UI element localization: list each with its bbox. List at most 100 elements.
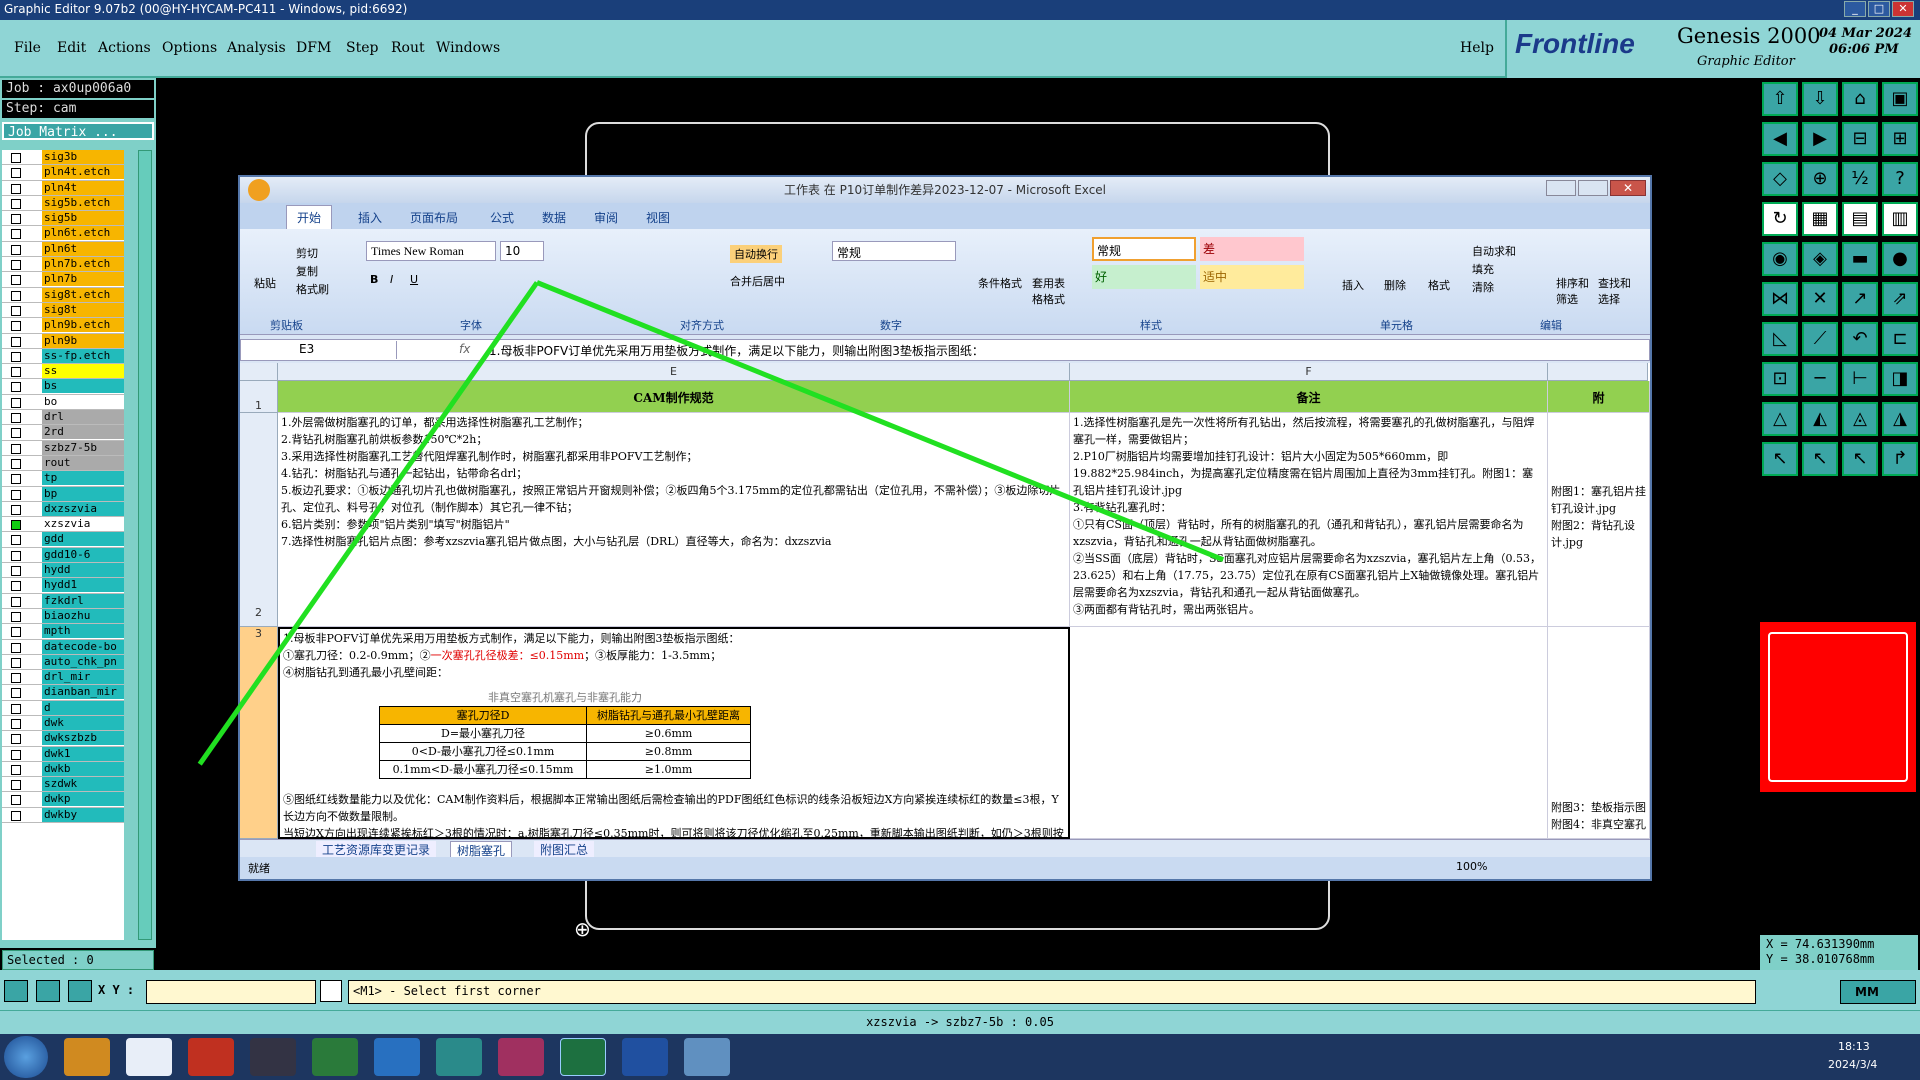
tool-icon[interactable]: ↖ bbox=[1762, 442, 1798, 476]
sort-filter-button[interactable]: 排序和筛选 bbox=[1556, 275, 1596, 307]
cut-button[interactable]: 剪切 bbox=[296, 245, 318, 261]
layer-checkbox[interactable] bbox=[11, 535, 21, 546]
tool-icon[interactable]: ½ bbox=[1842, 162, 1878, 196]
merge-center-button[interactable]: 合并后居中 bbox=[730, 273, 785, 289]
layer-checkbox[interactable] bbox=[11, 428, 21, 439]
layer-row[interactable]: rout bbox=[2, 455, 124, 472]
cell-g2[interactable]: 附图1：塞孔铝片挂钉孔设计.jpg 附图2：背钻孔设计.jpg bbox=[1548, 413, 1650, 627]
layer-row[interactable]: datecode-bo bbox=[2, 639, 124, 655]
layer-row[interactable]: drl bbox=[2, 410, 124, 426]
excel-close-button[interactable]: ✕ bbox=[1610, 180, 1646, 196]
layer-checkbox[interactable] bbox=[11, 305, 21, 316]
cell-g3[interactable]: 附图3：垫板指示图 附图4：非真空塞孔 bbox=[1548, 627, 1650, 839]
layer-name[interactable]: pln6t bbox=[42, 241, 124, 256]
layer-checkbox[interactable] bbox=[11, 321, 21, 332]
cell-e2[interactable]: 1.外层需做树脂塞孔的订单，都采用选择性树脂塞孔工艺制作； 2.背钻孔树脂塞孔前… bbox=[278, 413, 1070, 627]
format-as-table-button[interactable]: 套用表格格式 bbox=[1032, 275, 1072, 307]
tab-insert[interactable]: 插入 bbox=[358, 209, 382, 226]
clock-date[interactable]: 2024/3/4 bbox=[1828, 1058, 1877, 1071]
tool-icon[interactable]: ▥ bbox=[1882, 202, 1918, 236]
tool-icon[interactable]: ◭ bbox=[1802, 402, 1838, 436]
layer-name[interactable]: dianban_mir bbox=[42, 685, 124, 700]
layer-row[interactable]: tp bbox=[2, 471, 124, 487]
layer-name[interactable]: hydd bbox=[42, 563, 124, 578]
layer-checkbox[interactable] bbox=[11, 566, 21, 577]
sheet-tab-attachments[interactable]: 附图汇总 bbox=[534, 841, 595, 858]
menu-analysis[interactable]: Analysis bbox=[227, 40, 286, 56]
layer-checkbox[interactable] bbox=[11, 336, 21, 347]
taskbar-app-icon[interactable] bbox=[188, 1038, 234, 1076]
clock-time[interactable]: 18:13 bbox=[1838, 1040, 1870, 1053]
tool-icon[interactable]: ⇗ bbox=[1882, 282, 1918, 316]
format-painter-button[interactable]: 格式刷 bbox=[296, 281, 329, 297]
tool-icon[interactable]: ◀ bbox=[1762, 122, 1798, 156]
layer-row[interactable]: fzkdrl bbox=[2, 593, 124, 609]
tool-icon[interactable]: ◇ bbox=[1762, 162, 1798, 196]
layer-name[interactable]: sig3b bbox=[42, 150, 124, 164]
layer-name[interactable]: pln9b.etch bbox=[42, 318, 124, 333]
layer-row[interactable]: mpth bbox=[2, 624, 124, 640]
layer-checkbox[interactable] bbox=[11, 367, 21, 378]
tool-icon[interactable]: ↖ bbox=[1802, 442, 1838, 476]
layer-name[interactable]: dwkby bbox=[42, 807, 124, 822]
taskbar-excel-icon[interactable] bbox=[560, 1038, 606, 1076]
tab-page-layout[interactable]: 页面布局 bbox=[410, 209, 458, 226]
column-header-e[interactable]: E bbox=[278, 363, 1070, 381]
layer-name[interactable]: szbz7-5b bbox=[42, 440, 124, 455]
column-header-g[interactable] bbox=[1548, 363, 1648, 381]
layer-checkbox[interactable] bbox=[11, 214, 21, 225]
layer-name[interactable]: pln4t.etch bbox=[42, 165, 124, 180]
layer-checkbox[interactable] bbox=[11, 458, 21, 469]
layer-name[interactable]: gdd10-6 bbox=[42, 547, 124, 562]
italic-button[interactable]: I bbox=[390, 273, 393, 286]
layer-row[interactable]: sig8t bbox=[2, 302, 124, 319]
layer-name[interactable]: pln9b bbox=[42, 333, 124, 348]
layer-row[interactable]: sig3b bbox=[2, 150, 124, 166]
measure-icon[interactable] bbox=[36, 980, 60, 1002]
layer-row[interactable]: szbz7-5b bbox=[2, 440, 124, 456]
tool-icon[interactable]: ▬ bbox=[1842, 242, 1878, 276]
cell-f2[interactable]: 1.选择性树脂塞孔是先一次性将所有孔钻出，然后按流程，将需要塞孔的孔做树脂塞孔，… bbox=[1070, 413, 1548, 627]
layer-row[interactable]: xzszvia bbox=[2, 517, 124, 533]
tool-icon[interactable]: ✕ bbox=[1802, 282, 1838, 316]
layer-checkbox[interactable] bbox=[11, 734, 21, 745]
conditional-format-button[interactable]: 条件格式 bbox=[978, 275, 1022, 291]
tool-icon[interactable]: ↶ bbox=[1842, 322, 1878, 356]
layer-name[interactable]: gdd bbox=[42, 532, 124, 547]
layer-checkbox[interactable] bbox=[11, 290, 21, 301]
layer-checkbox[interactable] bbox=[11, 489, 21, 500]
layer-row[interactable]: d bbox=[2, 700, 124, 716]
tool-icon[interactable]: △ bbox=[1762, 402, 1798, 436]
corner-cell[interactable] bbox=[240, 363, 278, 381]
zoom-level[interactable]: 100% bbox=[1456, 860, 1487, 873]
layer-name[interactable]: biaozhu bbox=[42, 608, 124, 623]
layer-name[interactable]: fzkdrl bbox=[42, 593, 124, 608]
layer-name[interactable]: bp bbox=[42, 486, 124, 501]
taskbar-app-icon[interactable] bbox=[374, 1038, 420, 1076]
layer-name[interactable]: d bbox=[42, 700, 124, 715]
layer-checkbox[interactable] bbox=[11, 627, 21, 638]
header-cell-attach[interactable]: 附 bbox=[1548, 381, 1650, 413]
layer-name[interactable]: datecode-bo bbox=[42, 639, 124, 654]
format-cells-button[interactable]: 格式 bbox=[1428, 277, 1450, 293]
cell-e3[interactable]: 1.母板非POFV订单优先采用万用垫板方式制作，满足以下能力，则输出附图3垫板指… bbox=[278, 627, 1070, 839]
close-button[interactable]: ✕ bbox=[1892, 1, 1914, 17]
menu-rout[interactable]: Rout bbox=[391, 40, 425, 56]
layer-checkbox[interactable] bbox=[11, 642, 21, 653]
layer-row[interactable]: szdwk bbox=[2, 777, 124, 793]
layer-checkbox[interactable] bbox=[11, 198, 21, 209]
layer-row[interactable]: gdd bbox=[2, 532, 124, 548]
tool-icon[interactable]: ▶ bbox=[1802, 122, 1838, 156]
tab-review[interactable]: 审阅 bbox=[594, 209, 618, 226]
layer-row[interactable]: pln9b.etch bbox=[2, 318, 124, 334]
layer-name[interactable]: tp bbox=[42, 471, 124, 486]
layer-name[interactable]: dwk bbox=[42, 715, 124, 730]
layer-row[interactable]: bo bbox=[2, 394, 124, 411]
layer-row[interactable]: drl_mir bbox=[2, 670, 124, 686]
layer-checkbox[interactable] bbox=[11, 718, 21, 729]
layer-name[interactable]: dxzszvia bbox=[42, 501, 124, 516]
taskbar-genesis-icon[interactable] bbox=[498, 1038, 544, 1076]
tool-icon[interactable]: ⟋ bbox=[1802, 322, 1838, 356]
tab-home[interactable]: 开始 bbox=[286, 205, 333, 229]
menu-edit[interactable]: Edit bbox=[57, 40, 86, 56]
